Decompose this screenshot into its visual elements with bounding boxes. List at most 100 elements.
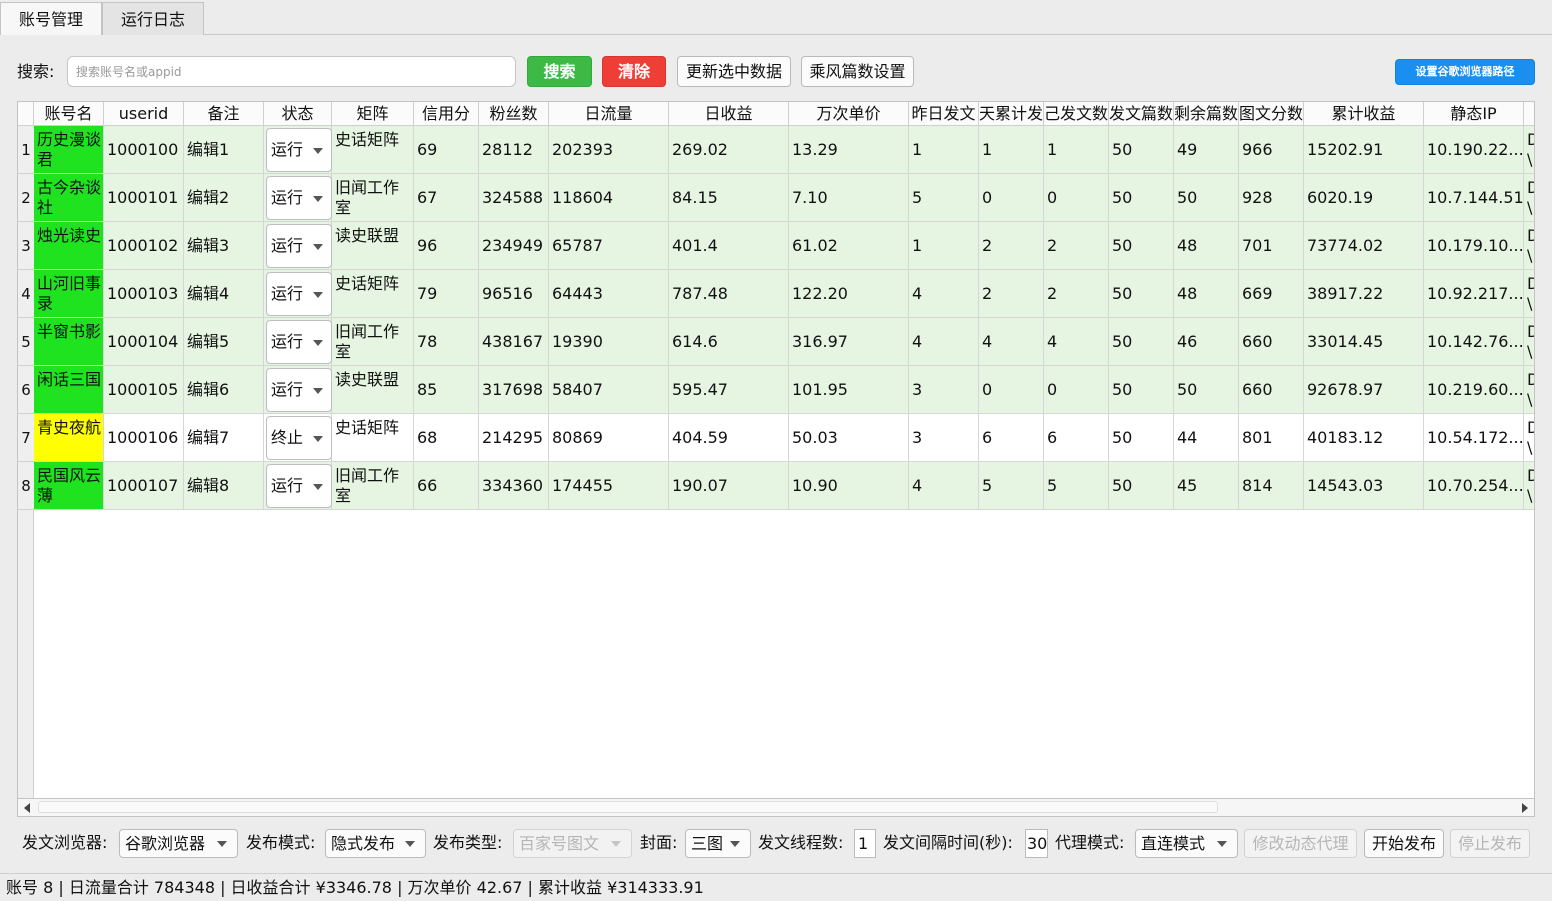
cell-fans[interactable]: 28112	[479, 126, 549, 174]
cell-note[interactable]: 编辑8	[184, 462, 264, 510]
cell-credit[interactable]: 79	[414, 270, 479, 318]
cell-note[interactable]: 编辑6	[184, 366, 264, 414]
cell-remain[interactable]: 50	[1174, 174, 1239, 222]
search-input[interactable]	[67, 56, 516, 87]
cell-credit[interactable]: 69	[414, 126, 479, 174]
cell-note[interactable]: 编辑2	[184, 174, 264, 222]
cell-name[interactable]: 民国风云薄	[34, 462, 104, 510]
stop-publish-button[interactable]: 停止发布	[1450, 829, 1530, 858]
cell-name[interactable]: 古今杂谈社	[34, 174, 104, 222]
cell-posts[interactable]: 50	[1109, 270, 1174, 318]
cell-unit[interactable]: 122.20	[789, 270, 909, 318]
cell-unit[interactable]: 50.03	[789, 414, 909, 462]
cell-remain[interactable]: 48	[1174, 270, 1239, 318]
scroll-right-icon[interactable]	[1522, 803, 1528, 813]
status-select[interactable]: 运行	[266, 368, 332, 412]
cell-cum[interactable]: 0	[979, 174, 1044, 222]
horizontal-scrollbar[interactable]	[17, 799, 1535, 817]
cell-yday[interactable]: 4	[909, 270, 979, 318]
cell-remain[interactable]: 49	[1174, 126, 1239, 174]
cell-score[interactable]: 660	[1239, 366, 1304, 414]
cell-matrix[interactable]: 读史联盟	[332, 222, 414, 270]
cell-fans[interactable]: 234949	[479, 222, 549, 270]
cell-income[interactable]: 84.15	[669, 174, 789, 222]
cover-select[interactable]: 三图	[685, 829, 751, 858]
cell-ip[interactable]: 10.179.10...	[1424, 222, 1524, 270]
row-number[interactable]: 4	[18, 270, 34, 318]
cell-ip[interactable]: 10.7.144.51	[1424, 174, 1524, 222]
cell-posts[interactable]: 50	[1109, 222, 1174, 270]
cell-userid[interactable]: 1000105	[104, 366, 184, 414]
cell-name[interactable]: 烛光读史	[34, 222, 104, 270]
cell-traffic[interactable]: 202393	[549, 126, 669, 174]
cell-total[interactable]: 6020.19	[1304, 174, 1424, 222]
column-header[interactable]: 信用分	[414, 102, 479, 126]
cell-posts[interactable]: 50	[1109, 318, 1174, 366]
cell-yday[interactable]: 4	[909, 318, 979, 366]
row-number[interactable]: 6	[18, 366, 34, 414]
cell-ip[interactable]: 10.54.172....	[1424, 414, 1524, 462]
cell-extra[interactable]: D\	[1524, 126, 1534, 174]
cell-total[interactable]: 38917.22	[1304, 270, 1424, 318]
search-button[interactable]: 搜索	[527, 56, 592, 87]
cell-income[interactable]: 787.48	[669, 270, 789, 318]
row-number[interactable]: 7	[18, 414, 34, 462]
cell-credit[interactable]: 68	[414, 414, 479, 462]
cell-unit[interactable]: 61.02	[789, 222, 909, 270]
column-header[interactable]: 万次单价	[789, 102, 909, 126]
row-number[interactable]: 1	[18, 126, 34, 174]
cell-userid[interactable]: 1000100	[104, 126, 184, 174]
cell-unit[interactable]: 7.10	[789, 174, 909, 222]
column-header[interactable]: 备注	[184, 102, 264, 126]
cell-name[interactable]: 半窗书影	[34, 318, 104, 366]
column-header[interactable]: 粉丝数	[479, 102, 549, 126]
table-corner[interactable]	[18, 102, 34, 126]
cell-userid[interactable]: 1000102	[104, 222, 184, 270]
cell-cum[interactable]: 2	[979, 222, 1044, 270]
cell-cum[interactable]: 6	[979, 414, 1044, 462]
cell-posts[interactable]: 50	[1109, 174, 1174, 222]
cell-remain[interactable]: 48	[1174, 222, 1239, 270]
status-select[interactable]: 运行	[266, 464, 332, 508]
cell-posts[interactable]: 50	[1109, 366, 1174, 414]
threads-field[interactable]: 1	[854, 829, 876, 858]
cell-traffic[interactable]: 65787	[549, 222, 669, 270]
cell-traffic[interactable]: 174455	[549, 462, 669, 510]
cell-name[interactable]: 青史夜航	[34, 414, 104, 462]
cell-userid[interactable]: 1000101	[104, 174, 184, 222]
cell-done[interactable]: 1	[1044, 126, 1109, 174]
cell-income[interactable]: 190.07	[669, 462, 789, 510]
scrollbar-thumb[interactable]	[38, 801, 1218, 813]
set-chrome-path-button[interactable]: 设置谷歌浏览器路径	[1395, 59, 1535, 85]
cell-total[interactable]: 92678.97	[1304, 366, 1424, 414]
cell-traffic[interactable]: 58407	[549, 366, 669, 414]
column-header[interactable]: 累计收益	[1304, 102, 1424, 126]
start-publish-button[interactable]: 开始发布	[1364, 829, 1444, 858]
cell-credit[interactable]: 96	[414, 222, 479, 270]
cell-extra[interactable]: D\	[1524, 270, 1534, 318]
scroll-left-icon[interactable]	[24, 803, 30, 813]
cell-total[interactable]: 14543.03	[1304, 462, 1424, 510]
cell-posts[interactable]: 50	[1109, 414, 1174, 462]
cell-ip[interactable]: 10.142.76....	[1424, 318, 1524, 366]
update-selected-button[interactable]: 更新选中数据	[677, 56, 791, 87]
status-select[interactable]: 运行	[266, 128, 332, 172]
cell-matrix[interactable]: 史话矩阵	[332, 126, 414, 174]
cell-matrix[interactable]: 旧闻工作室	[332, 174, 414, 222]
cell-yday[interactable]: 3	[909, 366, 979, 414]
cell-unit[interactable]: 13.29	[789, 126, 909, 174]
cell-income[interactable]: 401.4	[669, 222, 789, 270]
cell-remain[interactable]: 50	[1174, 366, 1239, 414]
cell-cum[interactable]: 4	[979, 318, 1044, 366]
column-header[interactable]: userid	[104, 102, 184, 126]
cell-ip[interactable]: 10.219.60....	[1424, 366, 1524, 414]
cell-userid[interactable]: 1000103	[104, 270, 184, 318]
cell-score[interactable]: 966	[1239, 126, 1304, 174]
cell-matrix[interactable]: 史话矩阵	[332, 270, 414, 318]
column-header[interactable]: 矩阵	[332, 102, 414, 126]
row-number[interactable]: 8	[18, 462, 34, 510]
cell-note[interactable]: 编辑3	[184, 222, 264, 270]
cell-extra[interactable]: D\	[1524, 222, 1534, 270]
cell-yday[interactable]: 1	[909, 222, 979, 270]
browser-select[interactable]: 谷歌浏览器	[119, 829, 238, 858]
